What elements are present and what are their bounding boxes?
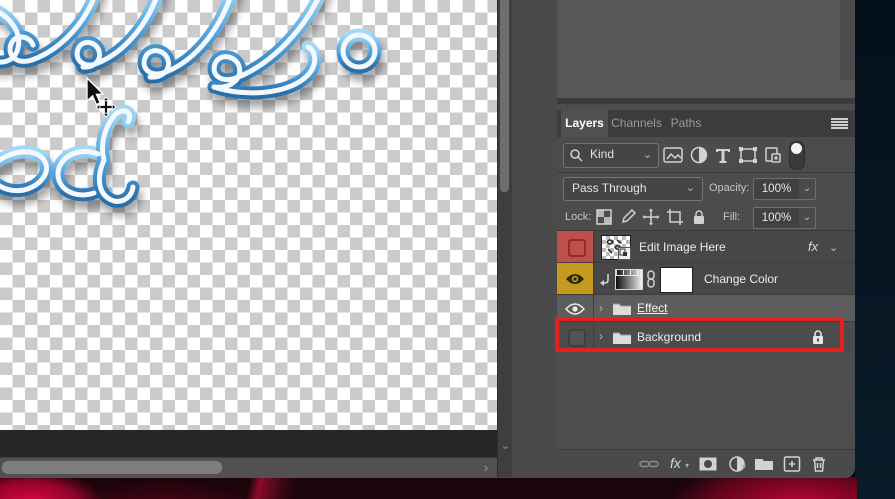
- layers-panel-bottom-bar: fx ▾ ▾: [557, 449, 855, 477]
- layer-filter-row: Kind ⌄: [557, 137, 855, 173]
- filter-toggle[interactable]: [789, 141, 805, 170]
- layer-row-edit-image-here[interactable]: Edit Image Here fx ⌄: [557, 231, 855, 263]
- add-layer-mask-icon[interactable]: [698, 455, 718, 473]
- eye-icon: [565, 272, 585, 286]
- lock-transparent-pixels-icon[interactable]: [595, 208, 613, 226]
- panel-inset: [840, 0, 855, 80]
- artwork-glossy-script: [0, 0, 497, 430]
- pixel-layer-filter-icon[interactable]: [663, 146, 683, 164]
- red-highlight-annotation: [555, 317, 844, 352]
- layers-panel-group: Layers Channels Paths Kind ⌄: [557, 0, 855, 477]
- desktop-wallpaper-bottom: [0, 477, 857, 499]
- visibility-toggle-yellow-label[interactable]: [557, 263, 594, 294]
- lock-artboard-icon[interactable]: [666, 208, 684, 226]
- clipping-mask-arrow-icon: [599, 273, 612, 286]
- desktop-wallpaper-right: [855, 0, 895, 499]
- filter-toggle-knob: [791, 143, 802, 154]
- lock-image-pixels-icon[interactable]: [619, 208, 637, 226]
- search-icon: [569, 148, 583, 162]
- document-canvas[interactable]: [0, 0, 497, 430]
- visibility-toggle-red-label[interactable]: [557, 231, 594, 262]
- tab-channels[interactable]: Channels: [609, 110, 664, 137]
- type-layer-filter-icon[interactable]: [713, 146, 733, 164]
- eye-icon: [565, 302, 585, 316]
- chevron-down-icon: ⌄: [643, 148, 652, 161]
- opacity-dropdown-chevron[interactable]: ⌄: [799, 178, 816, 200]
- layer-fx-badge[interactable]: fx: [808, 239, 818, 254]
- layer-name[interactable]: Edit Image Here: [639, 240, 726, 254]
- lock-label: Lock:: [565, 211, 591, 223]
- tab-paths[interactable]: Paths: [665, 110, 707, 137]
- link-layers-icon[interactable]: [639, 455, 659, 473]
- filter-kind-dropdown[interactable]: Kind ⌄: [563, 143, 659, 168]
- scroll-down-arrow-icon[interactable]: ⌄: [499, 438, 512, 452]
- fill-value[interactable]: 100%: [753, 207, 800, 229]
- folder-icon: [612, 301, 632, 316]
- opacity-label: Opacity:: [709, 182, 749, 194]
- layer-name[interactable]: Effect: [637, 301, 667, 315]
- link-icon: [645, 270, 657, 288]
- opacity-value[interactable]: 100%: [753, 178, 800, 200]
- lock-position-icon[interactable]: [642, 208, 660, 226]
- new-group-icon[interactable]: [754, 455, 774, 473]
- scroll-right-arrow-icon[interactable]: ›: [478, 460, 494, 476]
- smart-object-filter-icon[interactable]: [763, 146, 783, 164]
- panel-tab-bar: Layers Channels Paths: [557, 110, 855, 137]
- layer-list-empty-space: [557, 352, 855, 449]
- tab-layers[interactable]: Layers: [561, 110, 608, 137]
- panel-menu-icon[interactable]: [831, 118, 848, 130]
- adjustment-layer-thumbnail[interactable]: [615, 269, 643, 290]
- blend-mode-row: Pass Through ⌄ Opacity: 100% ⌄: [557, 173, 855, 203]
- lock-row: Lock: Fill:: [557, 203, 855, 231]
- fill-dropdown-chevron[interactable]: ⌄: [799, 207, 816, 229]
- fx-collapse-chevron-icon[interactable]: ⌄: [829, 241, 838, 254]
- empty-panel-above: [557, 0, 855, 104]
- filter-kind-value: Kind: [590, 147, 614, 161]
- pasteboard: [0, 430, 497, 457]
- chevron-down-icon: ⌄: [686, 181, 695, 194]
- horizontal-scrollbar-thumb[interactable]: [2, 461, 222, 474]
- delete-layer-trash-icon[interactable]: [809, 455, 829, 473]
- horizontal-scrollbar[interactable]: ›: [0, 457, 497, 478]
- layer-mask-thumbnail[interactable]: [660, 267, 693, 293]
- photoshop-window: › ⌄ Layers Channels Paths: [0, 0, 855, 478]
- layer-effects-fx-icon[interactable]: fx: [670, 455, 681, 471]
- adjustment-layer-filter-icon[interactable]: [689, 146, 709, 164]
- fx-menu-arrow: ▾: [685, 461, 689, 470]
- fill-label: Fill:: [723, 211, 740, 223]
- adjustment-menu-arrow: ▾: [742, 462, 746, 471]
- app-frame-gap: [512, 0, 557, 477]
- layer-row-change-color[interactable]: Change Color: [557, 263, 855, 295]
- group-expand-chevron-icon[interactable]: ›: [599, 301, 603, 315]
- shape-layer-filter-icon[interactable]: [738, 146, 758, 164]
- blend-mode-value: Pass Through: [572, 181, 647, 195]
- visibility-off-well: [568, 239, 586, 257]
- new-layer-icon[interactable]: [782, 455, 802, 473]
- lock-all-icon[interactable]: [690, 208, 708, 226]
- smart-object-badge-icon: [618, 247, 631, 260]
- vertical-scrollbar-thumb[interactable]: [500, 0, 509, 192]
- desktop: › ⌄ Layers Channels Paths: [0, 0, 895, 499]
- blend-mode-dropdown[interactable]: Pass Through ⌄: [563, 177, 703, 201]
- vertical-scrollbar[interactable]: ⌄: [497, 0, 513, 477]
- smart-object-thumbnail[interactable]: [601, 235, 631, 260]
- layer-name[interactable]: Change Color: [704, 272, 778, 286]
